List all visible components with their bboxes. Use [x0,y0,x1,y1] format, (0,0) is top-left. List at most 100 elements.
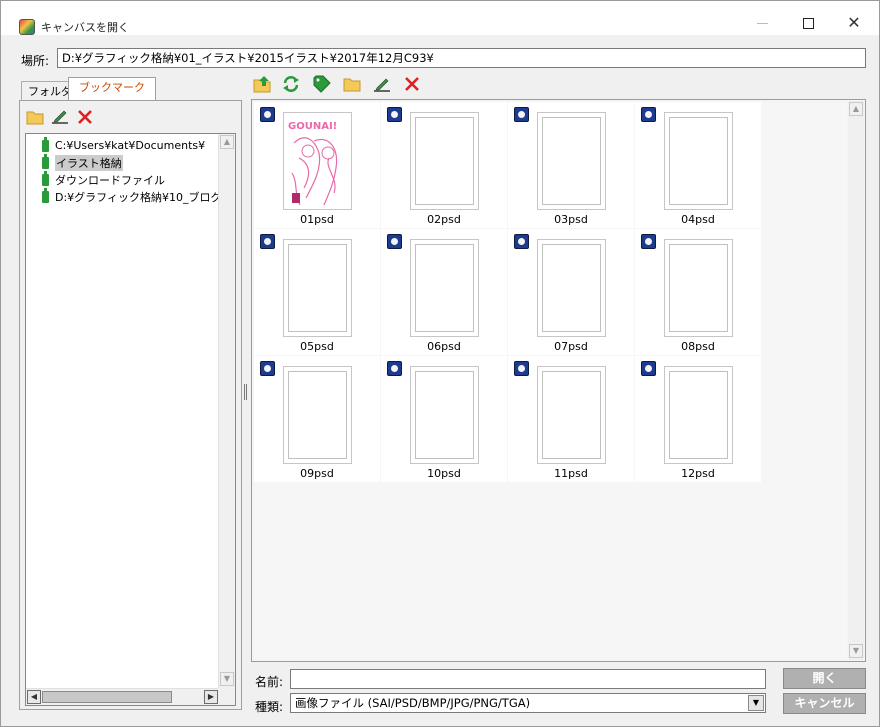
scroll-up-icon[interactable]: ▲ [849,102,863,116]
maximize-button[interactable] [785,11,831,35]
minimize-icon [756,23,768,24]
refresh-icon[interactable] [282,75,300,93]
blank-canvas-frame [669,371,728,459]
file-thumbnail [537,239,606,337]
parent-folder-icon[interactable] [253,75,271,93]
file-thumbnail-item[interactable]: 09psd [254,356,380,482]
file-grid-panel: GOUNAI! 01psd 02psd 03psd 04psd 05psd 06psd 07p… [251,99,866,662]
vertical-scrollbar[interactable]: ▲ ▼ [848,101,864,660]
bookmark-label: イラスト格納 [55,154,123,171]
bookmark-item[interactable]: ダウンロードファイル [42,170,165,188]
file-thumbnail-item[interactable]: 02psd [381,102,507,228]
open-button[interactable]: 開く [783,668,866,689]
file-name-label: 01psd [300,213,334,226]
file-thumbnail [283,239,352,337]
type-label: 種類: [255,700,284,714]
bookmark-icon[interactable] [313,75,331,93]
psd-file-icon [387,107,402,122]
file-name-label: 09psd [300,467,334,480]
file-name-label: 06psd [427,340,461,353]
file-thumbnail-item[interactable]: 05psd [254,229,380,355]
psd-file-icon [514,234,529,249]
file-thumbnail-item[interactable]: 07psd [508,229,634,355]
blank-canvas-frame [288,244,347,332]
thumbnail-artwork: GOUNAI! [284,113,351,209]
panel-splitter[interactable] [244,384,247,400]
file-thumbnail-item[interactable]: GOUNAI! 01psd [254,102,380,228]
delete-icon[interactable] [76,109,94,125]
file-type-select[interactable]: 画像ファイル (SAI/PSD/BMP/JPG/PNG/TGA) ▼ [290,693,766,713]
file-thumbnail [537,112,606,210]
file-thumbnail-item[interactable]: 06psd [381,229,507,355]
scroll-up-icon[interactable]: ▲ [220,135,234,149]
file-name-label: 03psd [554,213,588,226]
edit-icon[interactable] [51,109,69,125]
blank-canvas-frame [288,371,347,459]
horizontal-scroll-thumb[interactable] [42,691,172,703]
chevron-down-icon[interactable]: ▼ [748,695,764,711]
blank-canvas-frame [415,117,474,205]
file-name-label: 05psd [300,340,334,353]
blank-canvas-frame [669,244,728,332]
scroll-right-icon[interactable]: ▶ [204,690,218,704]
blank-canvas-frame [669,117,728,205]
app-icon [19,19,35,35]
file-thumbnail-item[interactable]: 12psd [635,356,761,482]
file-thumbnail [283,366,352,464]
blank-canvas-frame [542,244,601,332]
file-name-label: 08psd [681,340,715,353]
close-button[interactable]: ✕ [831,11,877,35]
delete-icon[interactable] [403,75,421,93]
location-label: 場所: [21,54,50,68]
blank-canvas-frame [542,117,601,205]
name-input[interactable] [290,669,766,689]
scroll-corner [218,688,235,705]
vertical-scrollbar[interactable]: ▲ ▼ [218,134,235,689]
file-thumbnail-item[interactable]: 08psd [635,229,761,355]
file-thumbnail-item[interactable]: 11psd [508,356,634,482]
close-icon: ✕ [847,13,861,32]
bookmark-tag-icon [42,170,49,186]
file-name-label: 07psd [554,340,588,353]
bookmark-label: C:¥Users¥kat¥Documents¥ [55,139,206,152]
psd-file-icon [260,107,275,122]
scroll-down-icon[interactable]: ▼ [220,672,234,686]
psd-file-icon [641,107,656,122]
file-name-label: 11psd [554,467,588,480]
file-name-label: 10psd [427,467,461,480]
thumbnail-art-title: GOUNAI! [288,121,337,132]
minimize-button[interactable] [739,11,785,35]
file-name-label: 02psd [427,213,461,226]
file-type-value: 画像ファイル (SAI/PSD/BMP/JPG/PNG/TGA) [295,696,531,710]
psd-file-icon [641,234,656,249]
psd-file-icon [260,234,275,249]
blank-canvas-frame [415,244,474,332]
psd-file-icon [387,234,402,249]
file-thumbnail [537,366,606,464]
tab-bookmark[interactable]: ブックマーク [68,77,156,101]
file-thumbnail-item[interactable]: 04psd [635,102,761,228]
psd-file-icon [387,361,402,376]
file-thumbnail-item[interactable]: 10psd [381,356,507,482]
bookmark-tag-icon [42,136,49,152]
open-canvas-dialog: キャンバスを開く ✕ 場所: D:¥グラフィック格納¥01_イラスト¥2015イ… [0,0,880,727]
file-thumbnail [664,239,733,337]
folder-icon[interactable] [343,75,361,93]
location-path-field[interactable]: D:¥グラフィック格納¥01_イラスト¥2015イラスト¥2017年12月C93… [57,48,866,68]
folder-icon[interactable] [26,109,44,125]
bookmark-item[interactable]: D:¥グラフィック格納¥10_ブログ画像 [42,187,236,205]
blank-canvas-frame [542,371,601,459]
bookmark-item[interactable]: C:¥Users¥kat¥Documents¥ [42,136,206,154]
scroll-left-icon[interactable]: ◀ [27,690,41,704]
psd-file-icon [260,361,275,376]
psd-file-icon [514,361,529,376]
file-thumbnail-item[interactable]: 03psd [508,102,634,228]
bookmark-item[interactable]: イラスト格納 [42,153,123,171]
bookmark-label: D:¥グラフィック格納¥10_ブログ画像 [55,190,236,204]
cancel-button[interactable]: キャンセル [783,693,866,714]
bookmark-tag-icon [42,153,49,169]
scroll-down-icon[interactable]: ▼ [849,644,863,658]
title-bar: キャンバスを開く ✕ [1,1,879,35]
horizontal-scrollbar[interactable]: ◀ ▶ [26,688,235,705]
edit-icon[interactable] [373,75,391,93]
